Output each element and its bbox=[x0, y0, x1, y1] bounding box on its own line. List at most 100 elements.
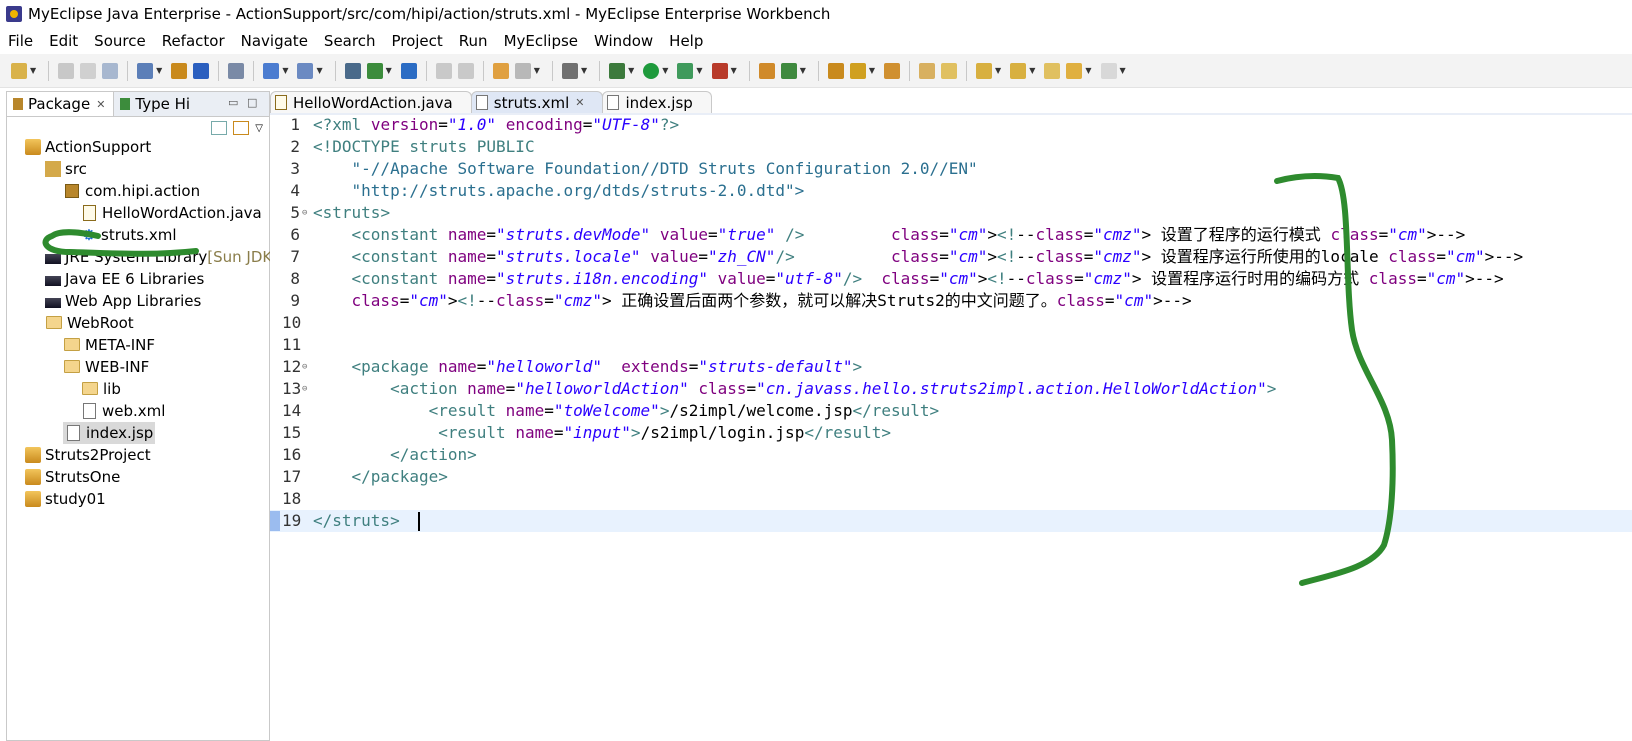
chevron-down-icon[interactable]: ▼ bbox=[628, 66, 634, 75]
tree-item-web-inf[interactable]: WEB-INF bbox=[63, 356, 149, 378]
tree-item-lib[interactable]: lib bbox=[81, 378, 121, 400]
tree-item-javaee-libraries[interactable]: Java EE 6 Libraries bbox=[45, 268, 204, 290]
tree-item-package[interactable]: com.hipi.action bbox=[63, 180, 200, 202]
previous-annotation-icon[interactable] bbox=[1010, 62, 1027, 79]
code-line[interactable]: 11 bbox=[270, 334, 1632, 356]
server-run-icon[interactable] bbox=[297, 62, 314, 79]
open-task-icon[interactable] bbox=[827, 62, 844, 79]
code-line[interactable]: 19 </struts> bbox=[270, 510, 1632, 532]
code-line[interactable]: 12 ⊖ <package name="helloworld" extends="… bbox=[270, 356, 1632, 378]
new-project-icon[interactable] bbox=[137, 62, 154, 79]
fold-toggle-icon[interactable]: ⊖ bbox=[302, 378, 307, 400]
chevron-down-icon[interactable]: ▼ bbox=[1085, 66, 1091, 75]
link-with-editor-icon[interactable] bbox=[233, 121, 250, 135]
chevron-down-icon[interactable]: ▼ bbox=[1120, 66, 1126, 75]
close-icon[interactable]: ✕ bbox=[96, 98, 105, 111]
code-line[interactable]: 16 </action> bbox=[270, 444, 1632, 466]
close-icon[interactable]: ✕ bbox=[575, 96, 584, 109]
tree-item-webapp-libraries[interactable]: Web App Libraries bbox=[45, 290, 201, 312]
new-package-icon[interactable] bbox=[780, 62, 797, 79]
tree-item-index-jsp[interactable]: index.jsp bbox=[63, 422, 156, 444]
code-line[interactable]: 15 <result name="input">/s2impl/login.js… bbox=[270, 422, 1632, 444]
db-sync-icon[interactable] bbox=[366, 62, 383, 79]
code-line[interactable]: 10 bbox=[270, 312, 1632, 334]
wizard-icon[interactable] bbox=[492, 62, 509, 79]
forward-icon[interactable] bbox=[1100, 62, 1117, 79]
chevron-down-icon[interactable]: ▼ bbox=[282, 66, 288, 75]
collapse-all-icon[interactable] bbox=[211, 121, 228, 135]
save-all-icon[interactable] bbox=[80, 62, 97, 79]
tree-item-web-xml[interactable]: web.xml bbox=[81, 400, 165, 422]
fold-toggle-icon[interactable]: ⊖ bbox=[302, 356, 307, 378]
tree-item-study01[interactable]: study01 bbox=[25, 488, 106, 510]
show-whitespace-icon[interactable] bbox=[941, 62, 958, 79]
code-line[interactable]: 14 <result name="toWelcome">/s2impl/welc… bbox=[270, 400, 1632, 422]
code-line[interactable]: 18 bbox=[270, 488, 1632, 510]
tree-item-struts2project[interactable]: Struts2Project bbox=[25, 444, 151, 466]
chevron-down-icon[interactable]: ▼ bbox=[386, 66, 392, 75]
tree-item-hellowordaction[interactable]: HelloWordAction.java bbox=[81, 202, 262, 224]
code-line[interactable]: 5 ⊖ <struts> bbox=[270, 202, 1632, 224]
code-line[interactable]: 8 <constant name="struts.i18n.encoding" … bbox=[270, 268, 1632, 290]
chevron-down-icon[interactable]: ▼ bbox=[316, 66, 322, 75]
last-edit-icon[interactable] bbox=[1044, 62, 1061, 79]
db-icon[interactable] bbox=[344, 62, 361, 79]
deploy-icon[interactable] bbox=[263, 62, 280, 79]
tab-package-explorer[interactable]: Package ✕ bbox=[7, 92, 115, 116]
menu-edit[interactable]: Edit bbox=[41, 32, 86, 50]
maximize-icon[interactable]: □ bbox=[247, 96, 257, 109]
code-line[interactable]: 2 <!DOCTYPE struts PUBLIC bbox=[270, 136, 1632, 158]
menu-search[interactable]: Search bbox=[316, 32, 384, 50]
code-line[interactable]: 1 <?xml version="1.0" encoding="UTF-8"?> bbox=[270, 114, 1632, 136]
chevron-down-icon[interactable]: ▼ bbox=[1029, 66, 1035, 75]
tree-item-strutsone[interactable]: StrutsOne bbox=[25, 466, 120, 488]
run-icon[interactable] bbox=[643, 62, 660, 79]
chevron-down-icon[interactable]: ▼ bbox=[731, 66, 737, 75]
menu-run[interactable]: Run bbox=[451, 32, 496, 50]
open-resource-icon[interactable] bbox=[193, 62, 210, 79]
toggle-block-icon[interactable] bbox=[919, 62, 936, 79]
external-tools-icon[interactable] bbox=[711, 62, 728, 79]
debug-icon[interactable] bbox=[609, 62, 626, 79]
view-menu-icon[interactable]: ▽ bbox=[255, 123, 263, 134]
code-line[interactable]: 9 class="cm"><!--class="cmz"> 正确设置后面两个参数… bbox=[270, 290, 1632, 312]
globe-icon[interactable] bbox=[400, 62, 417, 79]
menu-window[interactable]: Window bbox=[586, 32, 661, 50]
tab-type-hierarchy[interactable]: Type Hi bbox=[114, 92, 198, 116]
tree-item-jre-library[interactable]: JRE System Library [Sun JDK bbox=[45, 246, 272, 268]
chevron-down-icon[interactable]: ▼ bbox=[581, 66, 587, 75]
code-line[interactable]: 7 <constant name="struts.locale" value="… bbox=[270, 246, 1632, 268]
menu-navigate[interactable]: Navigate bbox=[233, 32, 316, 50]
open-type-icon[interactable] bbox=[171, 62, 188, 79]
code-line[interactable]: 3 "-//Apache Software Foundation//DTD St… bbox=[270, 158, 1632, 180]
save-icon[interactable] bbox=[58, 62, 75, 79]
code-line[interactable]: 17 </package> bbox=[270, 466, 1632, 488]
new-icon[interactable] bbox=[11, 62, 27, 79]
code-line[interactable]: 4 "http://struts.apache.org/dtds/struts-… bbox=[270, 180, 1632, 202]
code-line[interactable]: 6 <constant name="struts.devMode" value=… bbox=[270, 224, 1632, 246]
cut-icon[interactable] bbox=[435, 62, 452, 79]
chevron-down-icon[interactable]: ▼ bbox=[869, 66, 875, 75]
chevron-down-icon[interactable]: ▼ bbox=[662, 66, 668, 75]
tree-item-meta-inf[interactable]: META-INF bbox=[63, 334, 155, 356]
tree-item-webroot[interactable]: WebRoot bbox=[45, 312, 134, 334]
chevron-down-icon[interactable]: ▼ bbox=[696, 66, 702, 75]
editor-tab-hellowordaction[interactable]: HelloWordAction.java bbox=[270, 91, 472, 113]
back-icon[interactable] bbox=[1066, 62, 1083, 79]
minimize-icon[interactable]: ▭ bbox=[228, 96, 238, 109]
chevron-down-icon[interactable]: ▼ bbox=[800, 66, 806, 75]
mark-occurrences-icon[interactable] bbox=[884, 62, 901, 79]
tree-item-actionsupport[interactable]: ActionSupport bbox=[25, 136, 151, 158]
editor-tab-index-jsp[interactable]: index.jsp bbox=[602, 91, 712, 113]
print-icon[interactable] bbox=[102, 62, 119, 79]
tree-item-struts-xml[interactable]: ⚙ struts.xml bbox=[81, 224, 176, 246]
chevron-down-icon[interactable]: ▼ bbox=[995, 66, 1001, 75]
paste-icon[interactable] bbox=[457, 62, 474, 79]
terminal-icon[interactable] bbox=[561, 62, 578, 79]
menu-help[interactable]: Help bbox=[661, 32, 711, 50]
menu-project[interactable]: Project bbox=[383, 32, 450, 50]
run-external-icon[interactable] bbox=[677, 62, 694, 79]
editor-tab-struts-xml[interactable]: struts.xml ✕ bbox=[470, 91, 604, 113]
code-line[interactable]: 13 ⊖ <action name="helloworldAction" clas… bbox=[270, 378, 1632, 400]
menu-myeclipse[interactable]: MyEclipse bbox=[496, 32, 586, 50]
